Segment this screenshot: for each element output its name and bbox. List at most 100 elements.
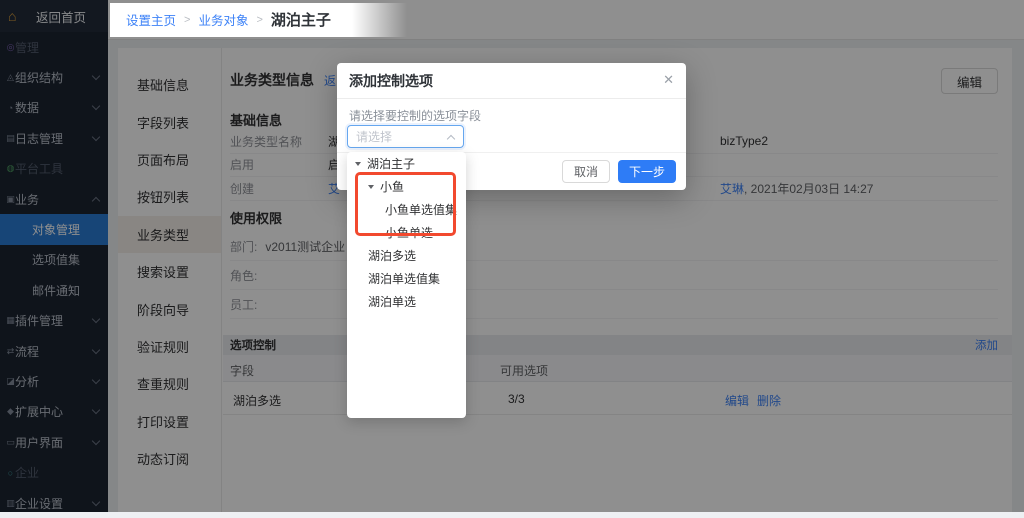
tab-field-list[interactable]: 字段列表 — [118, 103, 221, 140]
sidebar-item-enterprise-settings[interactable]: ▥ 企业设置 — [0, 488, 108, 518]
sidebar-item-label: 选项值集 — [32, 251, 80, 268]
edit-button[interactable]: 编辑 — [941, 68, 998, 94]
tab-page-layout[interactable]: 页面布局 — [118, 141, 221, 178]
tab-dedup-rules[interactable]: 查重规则 — [118, 365, 221, 402]
tab-validation-rules[interactable]: 验证规则 — [118, 328, 221, 365]
option-field-select[interactable]: 请选择 — [347, 125, 464, 148]
sidebar-item-business[interactable]: ▣ 业务 — [0, 184, 108, 214]
sidebar-item-label: 分析 — [15, 373, 39, 390]
tree-item-small-fish-single[interactable]: 小鱼单选 — [347, 221, 466, 244]
tab-business-type[interactable]: 业务类型 — [118, 216, 221, 253]
sidebar-item-process[interactable]: ⇄ 流程 — [0, 336, 108, 366]
chevron-up-icon — [92, 196, 100, 204]
chevron-down-icon — [92, 345, 100, 353]
sidebar-item-management[interactable]: ◎ 管理 — [0, 32, 108, 62]
sidebar-item-home[interactable]: ⌂ 返回首页 — [0, 0, 108, 32]
cancel-button[interactable]: 取消 — [562, 160, 610, 183]
row-actions: 编辑删除 — [725, 392, 781, 409]
row-available-count: 3/3 — [508, 392, 525, 406]
tab-button-list[interactable]: 按钮列表 — [118, 178, 221, 215]
option-control-header: 字段 可用选项 — [223, 355, 1012, 382]
field-right-value: bizType2 — [720, 134, 768, 148]
chevron-down-icon — [92, 406, 100, 414]
tab-dynamic-subscribe[interactable]: 动态订阅 — [118, 440, 221, 477]
tree-item-label: 湖泊单选值集 — [368, 270, 440, 287]
tree-item-small-fish-single-value-set[interactable]: 小鱼单选值集 — [347, 198, 466, 221]
sidebar-item-object-management[interactable]: 对象管理 — [0, 214, 108, 244]
chevron-down-icon — [92, 376, 100, 384]
field-label: 启用 — [230, 156, 328, 173]
sidebar-item-label: 组织结构 — [15, 69, 63, 86]
close-icon[interactable]: ✕ — [663, 73, 674, 86]
extension-icon: ◆ — [6, 406, 15, 417]
field-select-label: 请选择要控制的选项字段 — [349, 107, 481, 124]
field-label: 创建 — [230, 180, 328, 197]
table-row: 湖泊多选 3/3 编辑删除 — [223, 382, 1012, 415]
sidebar-item-org-structure[interactable]: ◬ 组织结构 — [0, 62, 108, 92]
field-right-value: 艾琳, 2021年02月03日 14:27 — [720, 180, 873, 197]
tree-item-lake-single-value-set[interactable]: 湖泊单选值集 — [347, 267, 466, 290]
basic-info-title: 基础信息 — [230, 110, 282, 129]
tools-icon: ◍ — [6, 163, 15, 174]
perm-row-role: 角色: — [230, 261, 998, 290]
caret-down-icon[interactable] — [355, 162, 361, 166]
sidebar-item-label: 扩展中心 — [15, 403, 63, 420]
add-link[interactable]: 添加 — [975, 337, 998, 353]
option-control-band: 选项控制 添加 — [223, 335, 1012, 355]
chevron-down-icon — [92, 497, 100, 505]
tab-search-settings[interactable]: 搜索设置 — [118, 253, 221, 290]
briefcase-icon: ▣ — [6, 194, 15, 205]
caret-down-icon[interactable] — [368, 185, 374, 189]
sidebar-item-mail-notification[interactable]: 邮件通知 — [0, 275, 108, 305]
management-icon: ◎ — [6, 42, 15, 53]
updater-name[interactable]: 艾琳 — [720, 182, 744, 196]
next-step-button[interactable]: 下一步 — [618, 160, 676, 183]
dialog-title: 添加控制选项 — [349, 71, 433, 91]
breadcrumb-separator: > — [184, 14, 190, 26]
sidebar-item-extension-center[interactable]: ◆ 扩展中心 — [0, 397, 108, 427]
field-tree-dropdown: 湖泊主子 小鱼 小鱼单选值集 小鱼单选 湖泊多选 湖泊单选值集 湖泊单选 — [347, 152, 466, 418]
sidebar-home-label: 返回首页 — [36, 7, 86, 26]
row-field-name: 湖泊多选 — [233, 392, 281, 409]
sidebar-item-option-value-set[interactable]: 选项值集 — [0, 245, 108, 275]
sidebar-item-label: 流程 — [15, 343, 39, 360]
breadcrumb-business-object[interactable]: 业务对象 — [198, 10, 248, 29]
settings-icon: ▥ — [6, 498, 15, 509]
update-time: , 2021年02月03日 14:27 — [744, 182, 873, 196]
chevron-down-icon — [92, 102, 100, 110]
sidebar-item-enterprise[interactable]: ○ 企业 — [0, 457, 108, 487]
sidebar: ⌂ 返回首页 ◎ 管理 ◬ 组织结构 ◔ 数据 ▤ 日志管理 ◍ 平台工具 ▣ … — [0, 0, 108, 512]
tab-print-settings[interactable]: 打印设置 — [118, 403, 221, 440]
sidebar-item-user-interface[interactable]: ▭ 用户界面 — [0, 427, 108, 457]
breadcrumb-settings-home[interactable]: 设置主页 — [126, 10, 176, 29]
tab-stage-wizard[interactable]: 阶段向导 — [118, 290, 221, 327]
sidebar-item-data[interactable]: ◔ 数据 — [0, 93, 108, 123]
sidebar-item-label: 业务 — [15, 191, 39, 208]
flow-icon: ⇄ — [6, 346, 15, 357]
tree-item-label: 小鱼 — [380, 178, 404, 195]
perm-row-department: 部门: v2011测试企业 — [230, 232, 998, 261]
sidebar-item-label: 数据 — [15, 99, 39, 116]
perm-row-employee: 员工: — [230, 290, 998, 319]
tree-item-lake-multi[interactable]: 湖泊多选 — [347, 244, 466, 267]
chevron-down-icon — [92, 133, 100, 141]
sidebar-item-plugin-management[interactable]: ▦ 插件管理 — [0, 306, 108, 336]
row-edit-link[interactable]: 编辑 — [725, 392, 749, 409]
row-delete-link[interactable]: 删除 — [757, 392, 781, 409]
dialog-header: 添加控制选项 — [337, 63, 686, 99]
tree-item-small-fish[interactable]: 小鱼 — [347, 175, 466, 198]
perm-label: 员工: — [230, 296, 257, 313]
sidebar-item-label: 日志管理 — [15, 130, 63, 147]
tree-item-lake-single[interactable]: 湖泊单选 — [347, 290, 466, 313]
field-label: 业务类型名称 — [230, 133, 328, 150]
tab-basic-info[interactable]: 基础信息 — [118, 66, 221, 103]
tree-item-lake-master[interactable]: 湖泊主子 — [347, 152, 466, 175]
column-available-options: 可用选项 — [500, 362, 548, 379]
log-icon: ▤ — [6, 133, 15, 144]
breadcrumb-separator: > — [256, 14, 262, 26]
home-icon: ⌂ — [8, 8, 22, 24]
sidebar-item-log-management[interactable]: ▤ 日志管理 — [0, 123, 108, 153]
clock-icon: ◔ — [6, 103, 15, 113]
sidebar-item-platform-tools[interactable]: ◍ 平台工具 — [0, 154, 108, 184]
sidebar-item-analysis[interactable]: ◪ 分析 — [0, 366, 108, 396]
